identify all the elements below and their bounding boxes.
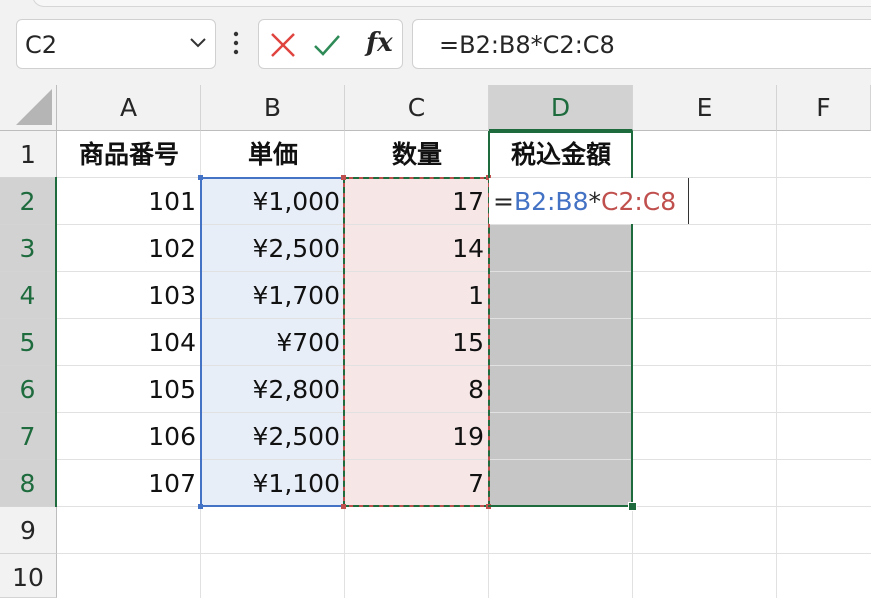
range-handle[interactable] [198,504,203,509]
selection-border [55,177,57,507]
cell-a2[interactable]: 101 [57,178,201,225]
col-header-c[interactable]: C [345,85,489,131]
ref-b2-b8: B2:B8 [513,187,589,216]
copy-marquee [343,177,490,507]
col-header-b[interactable]: B [201,85,345,131]
cell-a5[interactable]: 104 [57,319,201,366]
formula-buttons: fx [258,19,403,69]
ribbon-edge [32,0,871,7]
row-header-10[interactable]: 10 [0,554,57,598]
cell-d1[interactable]: 税込金額 [489,131,633,178]
row-header-3[interactable]: 3 [0,225,57,272]
cell-d2-editor[interactable]: =B2:B8*C2:C8 [489,178,689,224]
row-header-9[interactable]: 9 [0,507,57,554]
cell-a6[interactable]: 105 [57,366,201,413]
cell-a8[interactable]: 107 [57,460,201,507]
col-header-a[interactable]: A [57,85,201,131]
select-all-icon [16,89,52,125]
cell-a7[interactable]: 106 [57,413,201,460]
row-header-2[interactable]: 2 [0,178,57,225]
cancel-x-icon[interactable] [268,30,298,60]
ref-c2-c8: C2:C8 [601,187,677,216]
row-header-4[interactable]: 4 [0,272,57,319]
cell-c1[interactable]: 数量 [345,131,489,178]
formula-bar[interactable]: =B2:B8*C2:C8 [412,19,871,69]
range-handle[interactable] [341,504,346,509]
selection-border [488,131,633,133]
row-header-1[interactable]: 1 [0,131,57,178]
fill-handle[interactable] [628,502,637,511]
toolbar-area: C2 fx =B2:B8*C2:C8 [0,0,871,85]
more-options-icon[interactable] [231,28,241,58]
edit-formula: =B2:B8*C2:C8 [493,187,677,216]
formula-text: =B2:B8*C2:C8 [439,31,615,59]
range-handle[interactable] [198,175,203,180]
row-header-5[interactable]: 5 [0,319,57,366]
name-box[interactable]: C2 [16,19,216,69]
checkmark-icon[interactable] [312,30,342,60]
selection-border [488,505,633,507]
col-header-d[interactable]: D [489,85,633,131]
cell-b1[interactable]: 単価 [201,131,345,178]
col-header-f[interactable]: F [777,85,871,131]
col-header-e[interactable]: E [633,85,777,131]
name-box-value: C2 [25,31,58,59]
insert-function-button[interactable]: fx [366,28,393,58]
chevron-down-icon[interactable] [187,32,209,54]
row-header-6[interactable]: 6 [0,366,57,413]
select-all-corner[interactable] [0,85,57,131]
cell-a4[interactable]: 103 [57,272,201,319]
spreadsheet-grid[interactable]: A B C D E F 1 2 3 4 5 6 7 8 9 10 商品番号 単価… [0,85,871,598]
row-header-7[interactable]: 7 [0,413,57,460]
cell-a3[interactable]: 102 [57,225,201,272]
row-header-8[interactable]: 8 [0,460,57,507]
cell-a1[interactable]: 商品番号 [57,131,201,178]
selection-border [488,131,490,178]
range-handle[interactable] [341,175,346,180]
range-outline-b2-b8 [200,177,345,507]
